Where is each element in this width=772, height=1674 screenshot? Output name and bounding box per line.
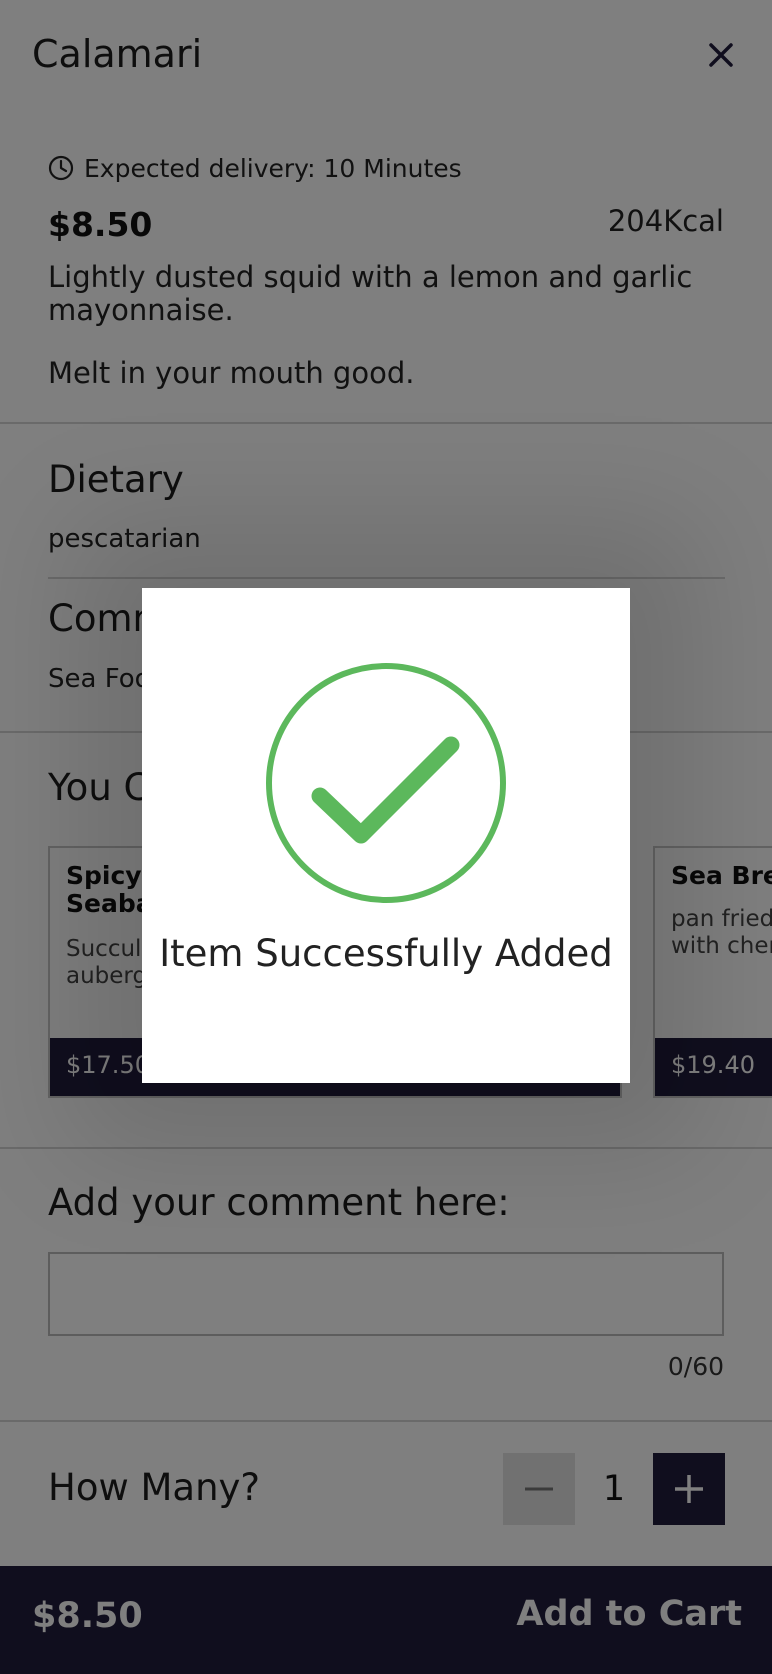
- check-circle-icon: [266, 663, 506, 903]
- modal-message: Item Successfully Added: [159, 932, 613, 975]
- success-modal: Item Successfully Added: [142, 588, 630, 1083]
